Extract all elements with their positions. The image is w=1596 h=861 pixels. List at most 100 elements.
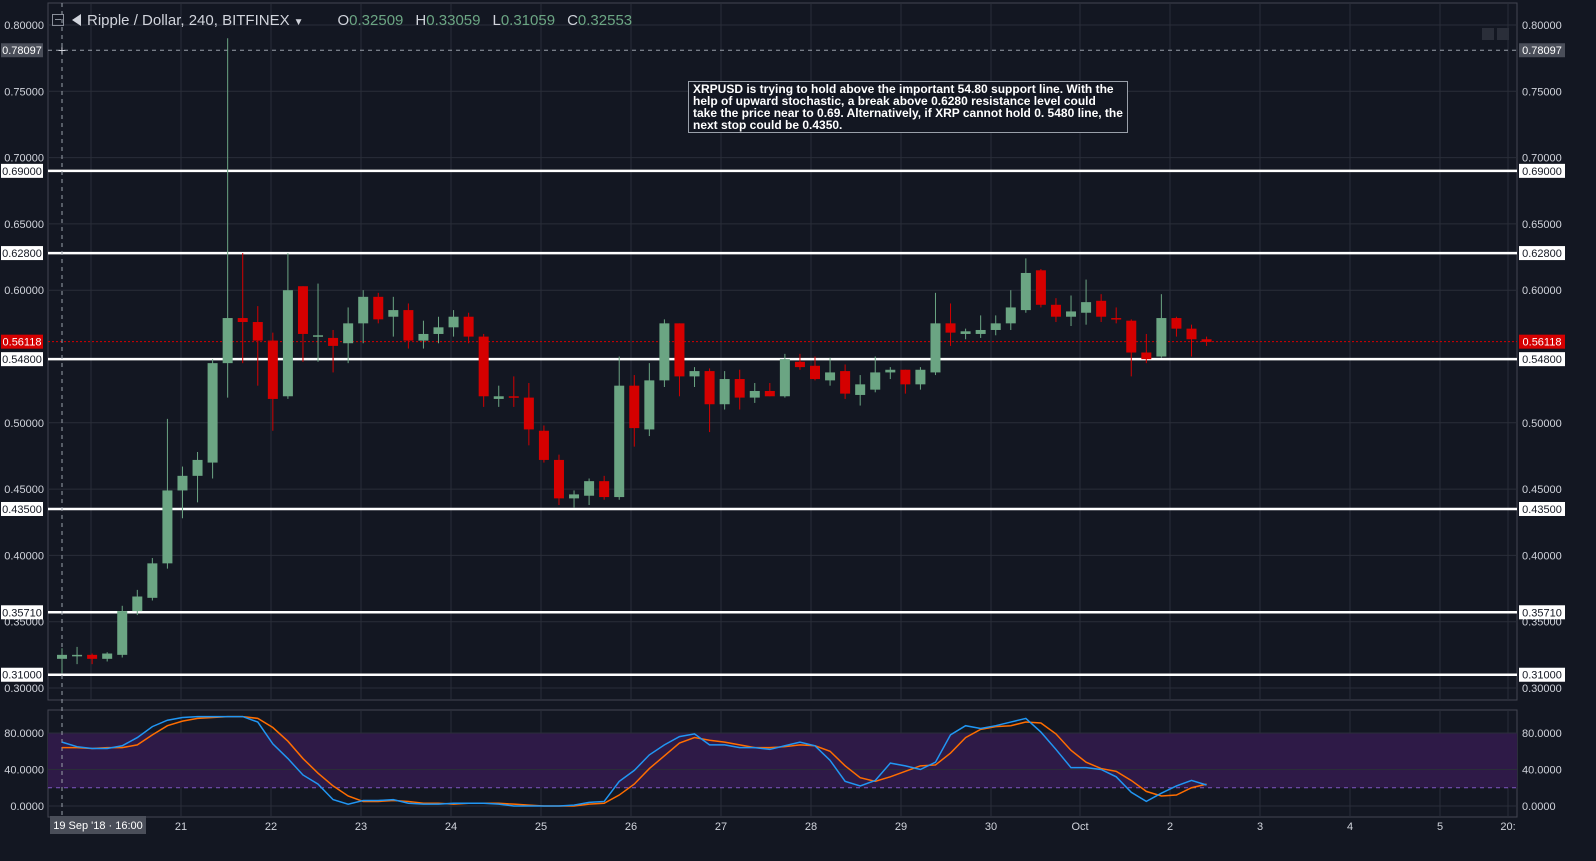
x-tick-label: 30 — [985, 821, 997, 833]
stoch-tick-right: 40.0000 — [1522, 765, 1562, 777]
stoch-tick-right: 0.0000 — [1522, 801, 1556, 813]
x-first-label: 19 Sep '18 · 16:00 — [53, 820, 143, 832]
candle-body — [689, 371, 700, 377]
candle-body — [885, 369, 896, 373]
level-label-left: 0.35710 — [2, 607, 42, 619]
price-tick-left: 0.40000 — [4, 550, 44, 562]
analysis-note[interactable]: XRPUSD is trying to hold above the impor… — [688, 81, 1128, 133]
candle-body — [343, 323, 354, 344]
candle-body — [900, 369, 911, 385]
x-tick-label: 21 — [175, 821, 187, 833]
candle-body — [674, 323, 685, 377]
candle-body — [1035, 270, 1046, 305]
candle-body — [448, 316, 459, 328]
price-tick-left: 0.65000 — [4, 219, 44, 231]
price-tick-left: 0.75000 — [4, 86, 44, 98]
maximize-icon[interactable] — [1482, 28, 1494, 40]
candle-body — [734, 379, 745, 398]
candle-body — [1171, 318, 1182, 329]
level-label-left: 0.31000 — [2, 670, 42, 682]
candle-body — [358, 296, 369, 324]
candle-body — [1141, 352, 1152, 360]
close-icon[interactable] — [1497, 28, 1509, 40]
price-tick-right: 0.70000 — [1522, 153, 1562, 165]
candle-body — [810, 365, 820, 380]
price-tick-left: 0.60000 — [4, 285, 44, 297]
candle-body — [463, 316, 474, 337]
candle-body — [629, 385, 640, 429]
candle-body — [659, 323, 670, 381]
price-tick-left: 0.50000 — [4, 418, 44, 430]
high-label: H — [415, 11, 427, 29]
candle-body — [915, 369, 926, 385]
candle-body — [704, 371, 715, 405]
collapse-icon[interactable] — [52, 14, 64, 26]
x-tick-label: 20: — [1500, 821, 1515, 833]
candle-body — [433, 327, 444, 334]
candle-body — [840, 371, 851, 394]
candle-body — [930, 323, 941, 373]
stoch-band — [48, 733, 1517, 788]
level-label-right: 0.31000 — [1522, 670, 1562, 682]
candle-body — [493, 396, 504, 399]
candle-body — [855, 384, 866, 395]
x-tick-label: 2 — [1167, 821, 1173, 833]
level-label-left: 0.62800 — [2, 248, 42, 260]
candle-body — [57, 654, 67, 659]
stoch-tick-left: 0.0000 — [10, 801, 44, 813]
x-tick-label: 4 — [1347, 821, 1353, 833]
candle-body — [297, 286, 308, 334]
price-tick-right: 0.50000 — [1522, 418, 1562, 430]
candle-body — [267, 340, 278, 399]
crosshair-label-right: 0.78097 — [1522, 45, 1562, 57]
candle-body — [478, 336, 489, 397]
symbol-title[interactable]: Ripple / Dollar, 240, BITFINEX ▼ — [87, 12, 304, 29]
price-tick-left: 0.80000 — [4, 20, 44, 32]
price-tick-left: 0.45000 — [4, 484, 44, 496]
candle-body — [1201, 339, 1212, 342]
candle-body — [1050, 304, 1061, 317]
price-tick-right: 0.80000 — [1522, 20, 1562, 32]
candle-body — [1096, 300, 1107, 317]
candle-body — [252, 322, 263, 341]
last-price-label-right: 0.56118 — [1523, 337, 1562, 349]
price-tick-left: 0.30000 — [4, 683, 44, 695]
level-label-left: 0.43500 — [2, 504, 42, 516]
candle-body — [1081, 302, 1092, 313]
x-tick-label: 5 — [1437, 821, 1443, 833]
x-tick-label: 27 — [715, 821, 727, 833]
stoch-tick-left: 40.0000 — [4, 765, 44, 777]
candle-body — [102, 653, 113, 659]
candle-body — [764, 390, 775, 397]
x-tick-label: 22 — [265, 821, 277, 833]
level-label-right: 0.54800 — [1522, 354, 1562, 366]
x-tick-label: 25 — [535, 821, 547, 833]
candle-body — [403, 310, 414, 341]
close-label: C — [567, 11, 578, 29]
candle-body — [1066, 311, 1077, 317]
candle-body — [945, 323, 956, 333]
open-label: O — [337, 11, 350, 29]
x-tick-label: 28 — [805, 821, 817, 833]
candle-body — [1126, 320, 1137, 353]
candle-body — [960, 331, 971, 334]
candle-body — [719, 379, 730, 405]
candle-body — [569, 494, 580, 499]
level-label-right: 0.62800 — [1522, 248, 1562, 260]
candle-body — [222, 318, 233, 364]
candle-body — [1005, 307, 1016, 324]
candle-body — [508, 396, 519, 398]
candle-body — [373, 296, 384, 320]
level-label-right: 0.69000 — [1522, 166, 1562, 178]
candle-body — [990, 323, 1001, 330]
candle-body — [523, 397, 534, 430]
candle-body — [313, 335, 324, 337]
chevron-down-icon[interactable]: ▼ — [294, 17, 304, 28]
price-tick-left: 0.70000 — [4, 153, 44, 165]
x-tick-label: 26 — [625, 821, 637, 833]
candle-body — [538, 430, 549, 460]
candle-body — [207, 363, 218, 463]
candle-body — [1156, 318, 1167, 357]
high-value: 0.33059 — [426, 11, 481, 29]
x-tick-label: 29 — [895, 821, 907, 833]
